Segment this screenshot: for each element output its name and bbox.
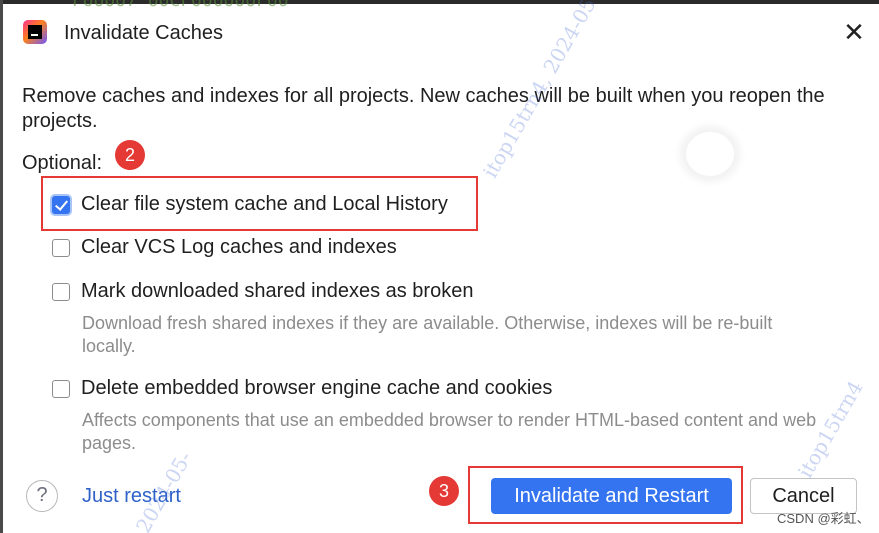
dialog-title: Invalidate Caches bbox=[64, 22, 223, 44]
option-label: Delete embedded browser engine cache and… bbox=[81, 377, 553, 399]
annotation-badge-3: 3 bbox=[429, 476, 459, 506]
option-label: Clear VCS Log caches and indexes bbox=[81, 236, 397, 258]
annotation-highlight-option bbox=[41, 176, 478, 231]
footer-credit-watermark: CSDN @彩虹、 bbox=[777, 511, 870, 526]
checkbox-icon[interactable] bbox=[52, 238, 70, 257]
option-hint: Affects components that use an embedded … bbox=[82, 410, 817, 453]
option-mark-shared-indexes-broken[interactable]: Mark downloaded shared indexes as broken bbox=[52, 280, 473, 303]
invalidate-caches-dialog: "F00007 00CF000000F00" Invalidate Caches… bbox=[0, 0, 879, 533]
checkbox-icon[interactable] bbox=[52, 282, 70, 301]
option-delete-browser-cache[interactable]: Delete embedded browser engine cache and… bbox=[52, 377, 552, 400]
option-clear-vcs-log-caches[interactable]: Clear VCS Log caches and indexes bbox=[52, 236, 397, 259]
intellij-idea-icon bbox=[23, 20, 47, 44]
annotation-badge-2: 2 bbox=[115, 140, 145, 170]
background-code-text: "F00007 00CF000000F00" bbox=[61, 0, 300, 11]
blurred-cloud-overlay bbox=[686, 132, 734, 176]
close-icon[interactable]: ✕ bbox=[841, 19, 867, 45]
optional-label: Optional: bbox=[22, 152, 103, 174]
option-hint: Download fresh shared indexes if they ar… bbox=[82, 313, 773, 356]
annotation-highlight-button bbox=[468, 466, 743, 524]
dialog-description: Remove caches and indexes for all projec… bbox=[22, 85, 825, 132]
checkbox-icon[interactable] bbox=[52, 379, 70, 398]
help-icon[interactable]: ? bbox=[26, 480, 58, 512]
option-label: Mark downloaded shared indexes as broken bbox=[81, 280, 474, 302]
